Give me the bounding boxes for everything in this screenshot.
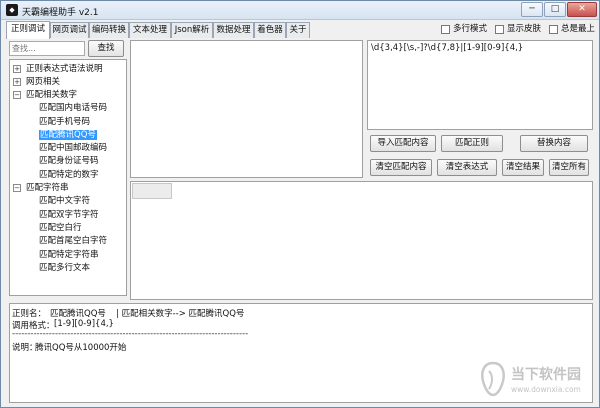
import-match-content-button[interactable]: 导入匹配内容	[370, 135, 436, 152]
watermark-logo-icon	[481, 361, 505, 397]
tab-shader[interactable]: 着色器	[254, 22, 286, 38]
expand-icon[interactable]: +	[13, 65, 21, 73]
rule-path: | 匹配相关数字--> 匹配腾讯QQ号	[116, 309, 245, 319]
close-button[interactable]: ✕	[567, 2, 597, 17]
separator-line: ----------------------------------------…	[12, 329, 249, 339]
maximize-button[interactable]: □	[544, 2, 566, 17]
watermark: 当下软件园 www.downxia.com	[479, 361, 599, 401]
clear-all-button[interactable]: 清空所有	[549, 159, 589, 176]
tree-node-label: 正则表达式语法说明	[26, 64, 103, 74]
tree-leaf[interactable]: 匹配特定字符串	[39, 249, 99, 261]
tab-about[interactable]: 关于	[286, 22, 310, 38]
rule-name-value: 匹配腾讯QQ号	[50, 309, 106, 319]
tree-leaf-label: 匹配中国邮政编码	[39, 143, 108, 153]
tab-json-parse[interactable]: Json解析	[171, 22, 213, 38]
tree-leaf[interactable]: 匹配中国邮政编码	[39, 142, 107, 154]
tree-leaf[interactable]: 匹配双字节字符	[39, 209, 99, 221]
call-format-value: [1-9][0-9]{4,}	[54, 319, 114, 329]
tree-leaf-label: 匹配国内电话号码	[39, 103, 108, 113]
app-logo-icon: ◆	[6, 4, 18, 16]
show-skin-label: 显示皮肤	[507, 24, 542, 34]
tree-leaf[interactable]: 匹配首尾空白字符	[39, 235, 107, 247]
description-value: 腾讯QQ号从10000开始	[35, 343, 127, 353]
tree-leaf-selected[interactable]: 匹配腾讯QQ号	[39, 129, 97, 141]
minimize-button[interactable]: ─	[521, 2, 543, 17]
clear-expression-button[interactable]: 清空表达式	[437, 159, 497, 176]
tree-leaf[interactable]: 匹配国内电话号码	[39, 102, 107, 114]
tree-leaf-label: 匹配腾讯QQ号	[39, 130, 97, 140]
tree-leaf-label: 匹配多行文本	[39, 263, 91, 273]
rule-name-key: 正则名：	[12, 309, 47, 319]
watermark-url: www.downxia.com	[511, 385, 581, 394]
expand-icon[interactable]: +	[13, 78, 21, 86]
clear-match-content-button[interactable]: 清空匹配内容	[370, 159, 432, 176]
tree-node-label: 网页相关	[26, 77, 61, 87]
tab-web-debug[interactable]: 网页调试	[50, 22, 89, 38]
tree-leaf-label: 匹配身份证号码	[39, 156, 99, 166]
tree-search-input[interactable]	[9, 41, 85, 56]
tree-leaf[interactable]: 匹配身份证号码	[39, 155, 99, 167]
options-checkboxes: 多行模式 显示皮肤 总是最上	[441, 24, 599, 36]
always-on-top-label: 总是最上	[561, 24, 596, 34]
tree-node-label: 匹配字符串	[26, 183, 69, 193]
tree-leaf[interactable]: 匹配手机号码	[39, 116, 90, 128]
tab-data-processing[interactable]: 数据处理	[213, 22, 254, 38]
tree-leaf[interactable]: 匹配多行文本	[39, 262, 90, 274]
description-key: 说明：	[12, 343, 38, 353]
title-bar: ◆ 天霸编程助手 v2.1 ─ □ ✕	[1, 1, 599, 20]
source-text-area[interactable]	[130, 40, 363, 178]
search-button[interactable]: 查找	[88, 40, 124, 57]
tree-leaf-label: 匹配手机号码	[39, 117, 91, 127]
collapse-icon[interactable]: −	[13, 91, 21, 99]
tree-leaf-label: 匹配空白行	[39, 223, 82, 233]
tree-leaf-label: 匹配中文字符	[39, 196, 91, 206]
regex-expression-area[interactable]: \d{3,4}[\s,-]?\d{7,8}|[1-9][0-9]{4,}	[367, 40, 593, 130]
tree-leaf-label: 匹配特定的数字	[39, 170, 99, 180]
tab-regex-debug[interactable]: 正则调试	[6, 21, 50, 39]
tab-text-processing[interactable]: 文本处理	[129, 22, 171, 38]
replace-content-button[interactable]: 替换内容	[520, 135, 588, 152]
multiline-mode-label: 多行模式	[453, 24, 488, 34]
app-window: ◆ 天霸编程助手 v2.1 ─ □ ✕ 正则调试 网页调试 编码转换 文本处理 …	[0, 0, 600, 408]
watermark-text: 当下软件园	[511, 367, 581, 383]
clear-result-button[interactable]: 清空结果	[502, 159, 544, 176]
regex-tree: + 正则表达式语法说明 + 网页相关 − 匹配相关数字 匹配国内电话号码 匹配手…	[9, 59, 127, 296]
tree-node-label: 匹配相关数字	[26, 90, 78, 100]
tree-leaf[interactable]: 匹配特定的数字	[39, 169, 99, 181]
tree-leaf-label: 匹配特定字符串	[39, 250, 99, 260]
tab-encoding[interactable]: 编码转换	[89, 22, 129, 38]
tree-leaf-label: 匹配双字节字符	[39, 210, 99, 220]
tree-leaf[interactable]: 匹配空白行	[39, 222, 82, 234]
tree-leaf-label: 匹配首尾空白字符	[39, 236, 108, 246]
collapse-icon[interactable]: −	[13, 184, 21, 192]
window-title: 天霸编程助手 v2.1	[22, 8, 99, 18]
result-area[interactable]	[130, 181, 593, 300]
tree-leaf[interactable]: 匹配中文字符	[39, 195, 90, 207]
result-header-cell	[132, 183, 172, 199]
match-regex-button[interactable]: 匹配正则	[441, 135, 503, 152]
